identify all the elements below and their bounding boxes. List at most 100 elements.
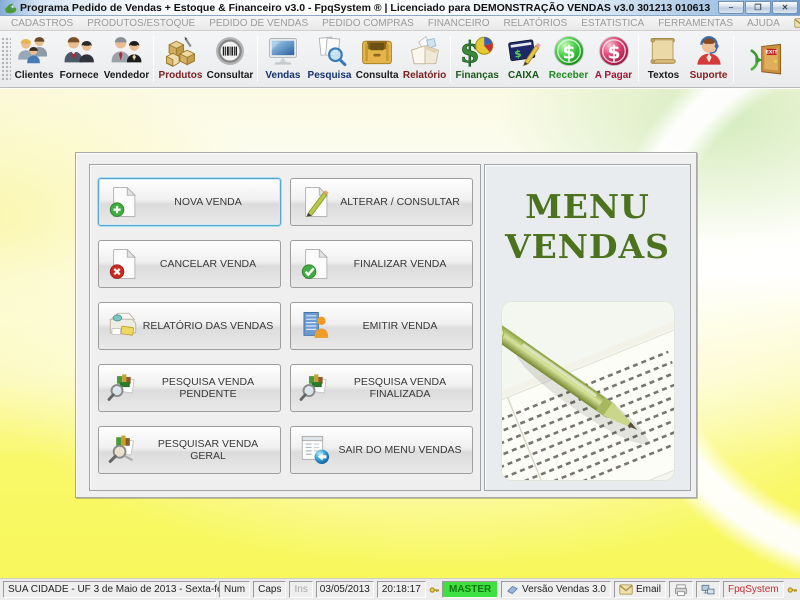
version-icon: [506, 584, 519, 595]
status-date: 03/05/2013: [316, 581, 374, 598]
sales-menu-panel: NOVA VENDA ALTERAR / CONSULTAR: [75, 152, 697, 498]
exit-menu-icon: [298, 433, 332, 467]
toolbar-fornecedores[interactable]: Fornece: [57, 33, 102, 85]
menu-financeiro[interactable]: FINANCEIRO: [421, 18, 497, 29]
sair-do-menu-vendas-button[interactable]: SAIR DO MENU VENDAS: [290, 426, 473, 474]
status-location-date: SUA CIDADE - UF 3 de Maio de 2013 - Sext…: [3, 581, 216, 598]
menu-ferramentas[interactable]: FERRAMENTAS: [651, 18, 740, 29]
menu-pedido-compras[interactable]: PEDIDO COMPRAS: [315, 18, 421, 29]
printer-icon: [674, 584, 688, 596]
email-icon: [794, 18, 800, 28]
status-brand: FpqSystem: [723, 581, 784, 598]
file-drawer-icon: [359, 34, 395, 70]
toolbar-vendedor[interactable]: Vendedor: [102, 33, 152, 85]
search-pending-icon: [106, 371, 140, 405]
cancelar-venda-button[interactable]: CANCELAR VENDA: [98, 240, 281, 288]
email-icon: [619, 584, 633, 595]
toolbar-separator: [638, 36, 639, 82]
network-icon: [701, 584, 715, 596]
menu-estatistica[interactable]: ESTATISTICA: [574, 18, 651, 29]
finalize-sale-icon: [298, 247, 332, 281]
toolbar-relatorio[interactable]: Relatório: [401, 33, 449, 85]
emitir-venda-button[interactable]: EMITIR VENDA: [290, 302, 473, 350]
svg-text:$: $: [460, 35, 480, 69]
svg-text:$: $: [607, 41, 620, 63]
toolbar: Clientes Fornece Vendedor: [0, 31, 800, 88]
pay-money-icon: $: [596, 34, 632, 70]
status-printer[interactable]: [669, 581, 693, 598]
scroll-icon: [646, 34, 682, 70]
minimize-button[interactable]: –: [718, 1, 744, 14]
toolbar-vendas[interactable]: Vendas: [260, 33, 305, 85]
toolbar-separator: [733, 36, 734, 82]
panel-title-line2: VENDAS: [485, 227, 690, 267]
panel-title-line1: MENU: [485, 187, 690, 227]
pen-on-invoice-image: [502, 302, 674, 480]
key-icon: [429, 583, 439, 597]
toolbar-separator: [257, 36, 258, 82]
finance-icon: $: [459, 34, 495, 70]
title-bar: Programa Pedido de Vendas + Estoque & Fi…: [0, 0, 800, 16]
app-logo-icon: [3, 1, 17, 15]
toolbar-receber[interactable]: $ Receber: [546, 33, 591, 85]
barcode-icon: [212, 34, 248, 70]
toolbar-caixa[interactable]: $ CAIXA: [501, 33, 546, 85]
alterar-consultar-button[interactable]: ALTERAR / CONSULTAR: [290, 178, 473, 226]
report-box-icon: [407, 34, 443, 70]
emit-sale-icon: [298, 309, 332, 343]
menu-relatorios[interactable]: RELATÓRIOS: [497, 18, 575, 29]
status-insert: Ins: [289, 581, 312, 598]
cashbook-icon: $: [506, 34, 542, 70]
relatorio-das-vendas-button[interactable]: RELATÓRIO DAS VENDAS: [98, 302, 281, 350]
sales-report-printer-icon: [106, 309, 140, 343]
status-caps-lock: Caps: [253, 581, 286, 598]
toolbar-clientes[interactable]: Clientes: [12, 33, 57, 85]
products-boxes-icon: [162, 34, 198, 70]
toolbar-suporte[interactable]: Suporte: [686, 33, 731, 85]
toolbar-exit[interactable]: EXIT: [736, 33, 800, 85]
sellers-icon: [109, 34, 145, 70]
menu-cadastros[interactable]: CADASTROS: [4, 18, 80, 29]
status-time: 20:18:17: [377, 581, 426, 598]
status-network[interactable]: [696, 581, 720, 598]
search-general-icon: [106, 433, 140, 467]
toolbar-consulta[interactable]: Consulta: [354, 33, 401, 85]
svg-text:$: $: [562, 41, 575, 63]
window-title: Programa Pedido de Vendas + Estoque & Fi…: [20, 2, 714, 14]
status-version: Versão Vendas 3.0: [501, 581, 611, 598]
receive-money-icon: $: [551, 34, 587, 70]
edit-consult-icon: [298, 185, 332, 219]
status-email[interactable]: Email: [614, 581, 666, 598]
toolbar-grip[interactable]: [1, 37, 11, 81]
restore-button[interactable]: ❐: [745, 1, 771, 14]
desktop-background: NOVA VENDA ALTERAR / CONSULTAR: [0, 89, 800, 578]
menu-produtos-estoque[interactable]: PRODUTOS/ESTOQUE: [80, 18, 202, 29]
menu-pedido-de-vendas[interactable]: PEDIDO DE VENDAS: [202, 18, 315, 29]
pen-photo: [502, 302, 674, 480]
search-pages-icon: [312, 34, 348, 70]
toolbar-produtos[interactable]: Produtos: [156, 33, 204, 85]
toolbar-separator: [153, 36, 154, 82]
clients-icon: [16, 34, 52, 70]
menu-bar: CADASTROS PRODUTOS/ESTOQUE PEDIDO DE VEN…: [0, 16, 800, 31]
menu-ajuda[interactable]: AJUDA: [740, 18, 787, 29]
status-user-level: MASTER: [442, 581, 498, 598]
toolbar-financas[interactable]: $ Finanças: [453, 33, 501, 85]
support-headset-icon: [691, 34, 727, 70]
toolbar-consultar[interactable]: Consultar: [205, 33, 256, 85]
nova-venda-button[interactable]: NOVA VENDA: [98, 178, 281, 226]
finalizar-venda-button[interactable]: FINALIZAR VENDA: [290, 240, 473, 288]
close-button[interactable]: ✕: [772, 1, 798, 14]
suppliers-icon: [61, 34, 97, 70]
pesquisar-venda-geral-button[interactable]: PESQUISAR VENDA GERAL: [98, 426, 281, 474]
status-bar: SUA CIDADE - UF 3 de Maio de 2013 - Sext…: [0, 578, 800, 600]
search-finalized-icon: [298, 371, 332, 405]
key-icon: [787, 583, 797, 597]
svg-text:EXIT: EXIT: [766, 49, 779, 55]
toolbar-textos[interactable]: Textos: [641, 33, 686, 85]
pesquisa-venda-finalizada-button[interactable]: PESQUISA VENDA FINALIZADA: [290, 364, 473, 412]
pesquisa-venda-pendente-button[interactable]: PESQUISA VENDA PENDENTE: [98, 364, 281, 412]
toolbar-a-pagar[interactable]: $ A Pagar: [591, 33, 636, 85]
toolbar-pesquisa[interactable]: Pesquisa: [305, 33, 353, 85]
menu-email[interactable]: E-MAIL: [787, 18, 800, 29]
